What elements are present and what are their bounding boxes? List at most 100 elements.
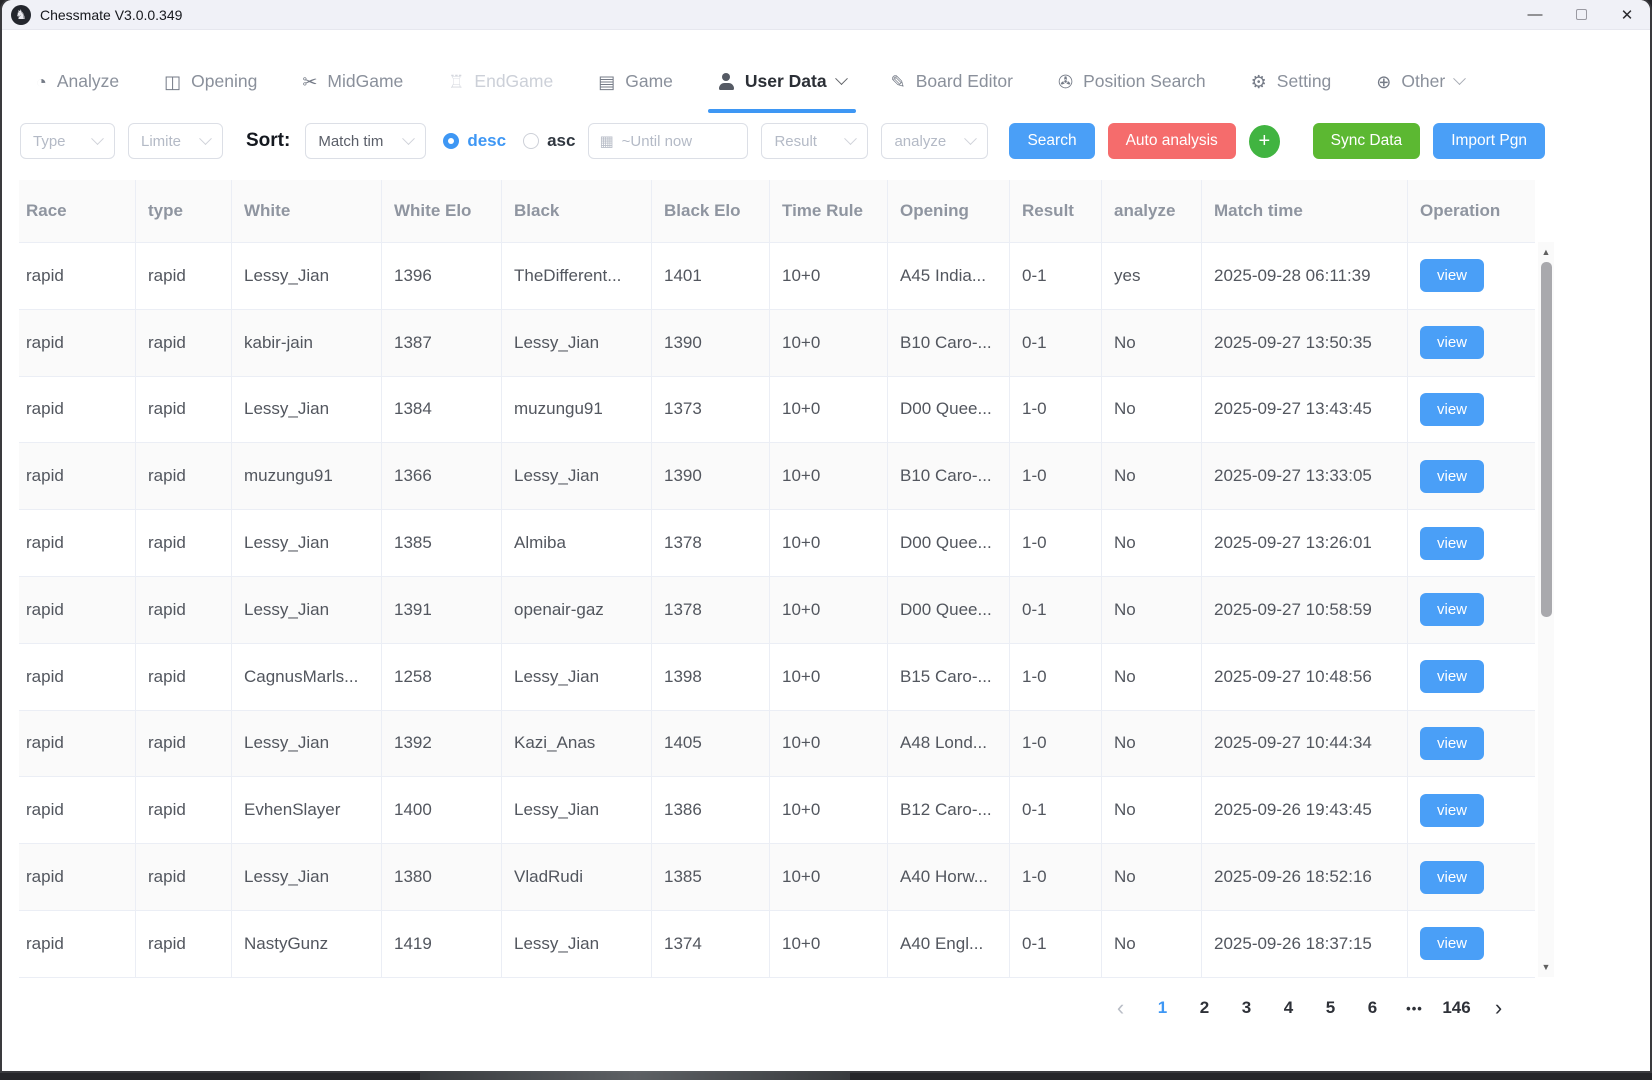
cell-opening: B12 Caro-... — [887, 777, 1009, 843]
calendar-icon: ▦ — [599, 134, 613, 149]
cell-match-time: 2025-09-27 13:26:01 — [1201, 510, 1407, 576]
cell-operation: view — [1407, 911, 1529, 977]
radio-unselected-icon — [523, 133, 539, 149]
cell-race: rapid — [19, 310, 135, 376]
sync-data-button[interactable]: Sync Data — [1313, 123, 1421, 159]
cell-operation: view — [1407, 243, 1529, 309]
nav-item-midgame[interactable]: ✂MidGame — [302, 71, 403, 92]
nav-item-label: Game — [625, 71, 673, 92]
pagination: ‹ 123456 ••• 146 › — [1104, 988, 1515, 1028]
page-ellipsis[interactable]: ••• — [1398, 992, 1431, 1025]
view-button[interactable]: view — [1420, 794, 1484, 827]
cell-black: VladRudi — [501, 844, 651, 910]
cell-analyze: yes — [1101, 243, 1201, 309]
view-button[interactable]: view — [1420, 527, 1484, 560]
cell-black: Lessy_Jian — [501, 911, 651, 977]
nav-item-setting[interactable]: ⚙Setting — [1251, 71, 1332, 92]
nav-item-opening[interactable]: ◫Opening — [164, 71, 257, 92]
view-button[interactable]: view — [1420, 593, 1484, 626]
cell-white-elo: 1385 — [381, 510, 501, 576]
view-button[interactable]: view — [1420, 326, 1484, 359]
cell-black: Almiba — [501, 510, 651, 576]
cell-black: openair-gaz — [501, 577, 651, 643]
cell-operation: view — [1407, 711, 1529, 777]
order-desc-option[interactable]: desc — [443, 131, 506, 151]
chevron-down-icon — [91, 132, 104, 145]
column-header-opening: Opening — [887, 180, 1009, 242]
page-number-2[interactable]: 2 — [1188, 992, 1221, 1025]
cell-time-rule: 10+0 — [769, 510, 887, 576]
analyze-select-placeholder: analyze — [894, 133, 946, 150]
table-row: rapidrapidEvhenSlayer1400Lessy_Jian13861… — [19, 777, 1535, 844]
view-button[interactable]: view — [1420, 660, 1484, 693]
view-button[interactable]: view — [1420, 927, 1484, 960]
cell-race: rapid — [19, 510, 135, 576]
page-number-3[interactable]: 3 — [1230, 992, 1263, 1025]
nav-item-other[interactable]: ⊕Other — [1376, 71, 1464, 92]
auto-analysis-button[interactable]: Auto analysis — [1108, 123, 1236, 159]
view-button[interactable]: view — [1420, 259, 1484, 292]
next-page-icon[interactable]: › — [1482, 992, 1515, 1025]
page-number-146[interactable]: 146 — [1440, 992, 1473, 1025]
cell-black-elo: 1378 — [651, 510, 769, 576]
maximize-icon — [1576, 9, 1587, 20]
nav-item-board-editor[interactable]: ✎Board Editor — [891, 71, 1013, 92]
order-asc-option[interactable]: asc — [523, 131, 575, 151]
column-header-operation: Operation — [1407, 180, 1529, 242]
cell-type: rapid — [135, 310, 231, 376]
cell-black-elo: 1398 — [651, 644, 769, 710]
column-header-result: Result — [1009, 180, 1101, 242]
cell-white: Lessy_Jian — [231, 844, 381, 910]
nav-item-position-search[interactable]: ✇Position Search — [1058, 71, 1206, 92]
nav-item-analyze[interactable]: ◔Analyze — [36, 71, 119, 92]
analyze-select[interactable]: analyze — [881, 123, 988, 159]
table-header-row: RacetypeWhiteWhite EloBlackBlack EloTime… — [19, 180, 1535, 243]
view-button[interactable]: view — [1420, 727, 1484, 760]
table-scrollbar[interactable]: ▲ ▼ — [1538, 242, 1554, 977]
view-button[interactable]: view — [1420, 861, 1484, 894]
close-button[interactable]: ✕ — [1604, 0, 1650, 29]
nav-item-user-data[interactable]: User Data — [718, 71, 846, 92]
search-button[interactable]: Search — [1009, 123, 1094, 159]
cell-black: Lessy_Jian — [501, 310, 651, 376]
cell-black: TheDifferent... — [501, 243, 651, 309]
cell-white-elo: 1419 — [381, 911, 501, 977]
order-desc-label: desc — [467, 131, 506, 151]
add-button[interactable]: + — [1249, 125, 1280, 158]
page-number-1[interactable]: 1 — [1146, 992, 1179, 1025]
nav-item-label: Analyze — [57, 71, 119, 92]
cell-type: rapid — [135, 577, 231, 643]
result-select[interactable]: Result — [761, 123, 868, 159]
prev-page-icon[interactable]: ‹ — [1104, 992, 1137, 1025]
cell-black: Lessy_Jian — [501, 777, 651, 843]
nav-item-label: EndGame — [474, 71, 553, 92]
table-row: rapidrapidLessy_Jian1392Kazi_Anas140510+… — [19, 711, 1535, 778]
cell-result: 1-0 — [1009, 711, 1101, 777]
import-pgn-button[interactable]: Import Pgn — [1433, 123, 1545, 159]
cell-type: rapid — [135, 777, 231, 843]
cell-match-time: 2025-09-28 06:11:39 — [1201, 243, 1407, 309]
page-number-5[interactable]: 5 — [1314, 992, 1347, 1025]
type-select[interactable]: Type — [20, 123, 115, 159]
maximize-button[interactable] — [1558, 0, 1604, 29]
sort-field-select[interactable]: Match tim — [305, 123, 426, 159]
view-button[interactable]: view — [1420, 460, 1484, 493]
camera-icon: ✇ — [1058, 73, 1073, 91]
sort-label: Sort: — [246, 130, 290, 152]
cell-time-rule: 10+0 — [769, 844, 887, 910]
view-button[interactable]: view — [1420, 393, 1484, 426]
result-select-placeholder: Result — [774, 133, 817, 150]
cell-match-time: 2025-09-26 18:52:16 — [1201, 844, 1407, 910]
cell-white: Lessy_Jian — [231, 377, 381, 443]
limit-select[interactable]: Limite — [128, 123, 223, 159]
cell-type: rapid — [135, 644, 231, 710]
page-number-6[interactable]: 6 — [1356, 992, 1389, 1025]
scroll-up-icon[interactable]: ▲ — [1538, 244, 1554, 260]
app-title: Chessmate V3.0.0.349 — [40, 7, 182, 23]
nav-item-game[interactable]: ▤Game — [598, 71, 673, 92]
date-range-input[interactable]: ▦ ~Until now — [588, 123, 748, 159]
page-number-4[interactable]: 4 — [1272, 992, 1305, 1025]
scroll-down-icon[interactable]: ▼ — [1538, 959, 1554, 975]
minimize-button[interactable]: — — [1512, 0, 1558, 29]
scrollbar-thumb[interactable] — [1541, 262, 1552, 617]
